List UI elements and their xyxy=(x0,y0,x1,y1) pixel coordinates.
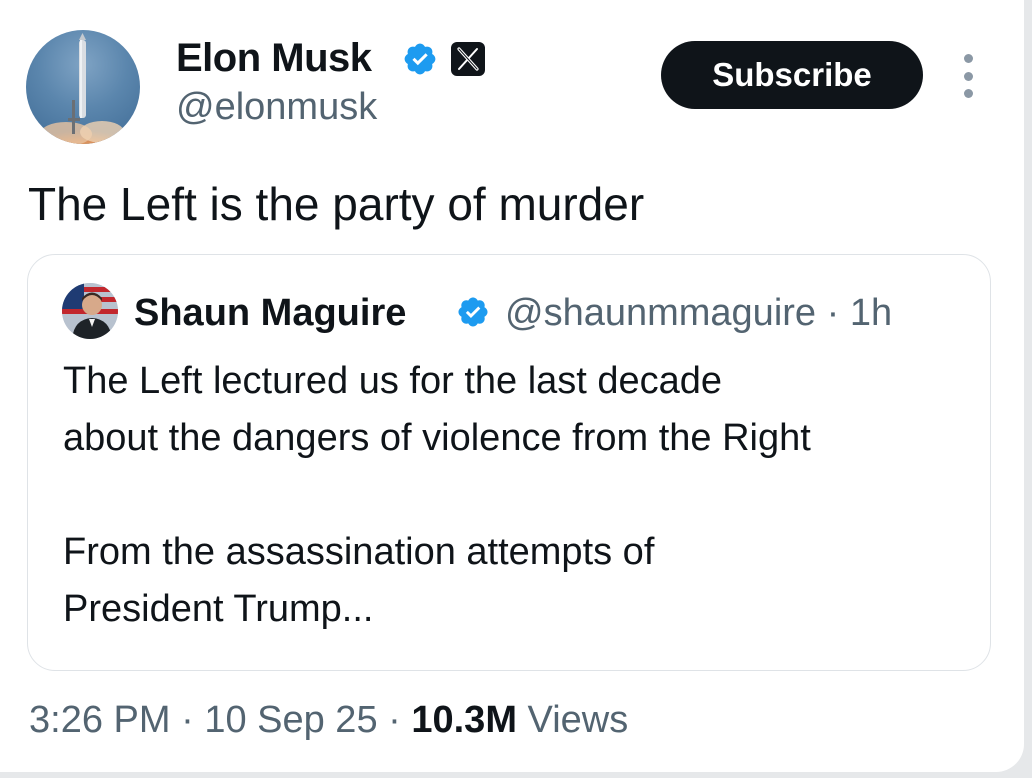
verified-badge-icon xyxy=(404,43,436,75)
quoted-text-line: From the assassination attempts of xyxy=(63,531,655,573)
author-name[interactable]: Elon Musk xyxy=(176,34,372,82)
tweet-footer: 3:26 PM · 10 Sep 25 · 10.3M Views xyxy=(29,696,628,744)
footer-separator: · xyxy=(388,699,401,741)
tweet-card: Elon Musk @elonmusk Subscribe The Left i… xyxy=(0,0,1024,772)
dot-icon xyxy=(963,89,973,98)
dot-icon xyxy=(963,54,973,63)
rocket-launch-icon xyxy=(26,33,140,144)
author-handle[interactable]: @elonmusk xyxy=(176,84,377,130)
dot-icon xyxy=(963,71,973,81)
quoted-meta: @shaunmmaguire · 1h xyxy=(505,291,892,335)
footer-separator: · xyxy=(181,699,194,741)
views-label: Views xyxy=(527,699,629,741)
more-options-icon[interactable] xyxy=(956,54,980,98)
quoted-author-handle[interactable]: @shaunmmaguire xyxy=(505,292,816,334)
person-avatar-icon xyxy=(62,283,118,339)
subscribe-button[interactable]: Subscribe xyxy=(661,41,923,109)
views-count: 10.3M xyxy=(411,699,517,741)
verified-badge-icon xyxy=(458,297,488,327)
post-date[interactable]: 10 Sep 25 xyxy=(204,699,377,741)
quoted-timestamp[interactable]: 1h xyxy=(850,292,892,334)
quoted-author-avatar[interactable] xyxy=(62,283,118,339)
author-avatar[interactable] xyxy=(26,30,140,144)
quoted-tweet-text: The Left lectured us for the last decade… xyxy=(63,353,973,638)
post-time[interactable]: 3:26 PM xyxy=(29,699,171,741)
quoted-text-line: President Trump... xyxy=(63,588,374,630)
meta-separator: · xyxy=(826,292,840,334)
quoted-text-line: The Left lectured us for the last decade xyxy=(63,360,723,402)
tweet-text: The Left is the party of murder xyxy=(28,178,645,230)
x-affiliate-badge-icon xyxy=(451,42,485,76)
quoted-author-name[interactable]: Shaun Maguire xyxy=(134,291,406,335)
quoted-tweet[interactable]: Shaun Maguire @shaunmmaguire · 1h The Le… xyxy=(27,254,991,671)
quoted-text-line: about the dangers of violence from the R… xyxy=(63,417,811,459)
